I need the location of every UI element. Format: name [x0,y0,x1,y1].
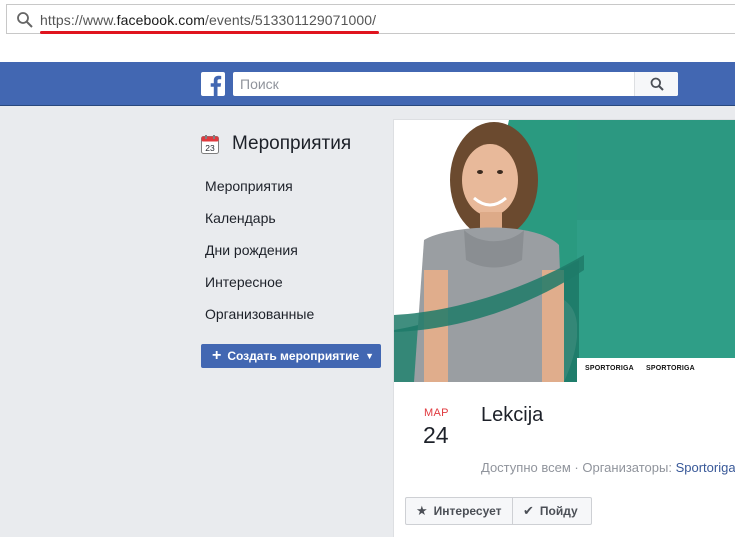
event-meta: Доступно всем · Организаторы: Sportoriga [481,460,735,475]
plus-icon: + [212,347,222,364]
event-cover-photo[interactable]: SPORTORIGA SPORTORIGA [394,120,735,382]
interested-label: Интересует [433,504,502,518]
facebook-header [0,62,735,106]
search-button[interactable] [634,72,678,96]
facebook-logo-icon[interactable] [201,72,225,96]
event-card: SPORTORIGA SPORTORIGA МАР 24 Lekcija Дос… [393,119,735,537]
nav-item-events[interactable]: Мероприятия [205,178,314,210]
url-text: https://www.facebook.com/events/51330112… [40,12,376,28]
cover-tag-instagram: SPORTORIGA [646,365,695,372]
organizer-link[interactable]: Sportoriga [676,460,735,475]
event-date-day: 24 [423,422,449,448]
going-button[interactable]: ✔ Пойду [513,497,592,525]
create-event-button[interactable]: + Создать мероприятие ▼ [201,344,381,368]
event-title[interactable]: Lekcija [481,404,543,427]
search-input[interactable] [233,72,633,96]
events-title[interactable]: Мероприятия [232,133,351,155]
event-date-month: МАР [424,407,449,419]
url-highlight-underline [40,31,379,34]
url-prefix: https://www. [40,12,117,28]
nav-item-birthdays[interactable]: Дни рождения [205,242,314,274]
event-privacy: Доступно всем [481,460,571,475]
browser-address-bar: https://www.facebook.com/events/51330112… [0,0,735,62]
nav-item-discover[interactable]: Интересное [205,274,314,306]
cover-illustration [394,120,735,382]
cover-tag-facebook: SPORTORIGA [585,365,634,372]
search-icon [650,77,664,91]
interested-button[interactable]: ★ Интересует [405,497,513,525]
calendar-icon-day: 23 [205,143,215,153]
search-icon [17,12,33,28]
organizers-label: Организаторы: [582,460,672,475]
going-label: Пойду [539,504,578,518]
calendar-icon: 23 [201,134,219,154]
url-path: /events/513301129071000/ [205,12,377,28]
nav-item-calendar[interactable]: Календарь [205,210,314,242]
caret-down-icon: ▼ [365,351,375,361]
events-section-heading: 23 Мероприятия [201,133,351,155]
star-icon: ★ [416,503,428,518]
events-nav-list: Мероприятия Календарь Дни рождения Интер… [205,178,314,338]
url-field[interactable]: https://www.facebook.com/events/51330112… [6,4,735,34]
create-event-label: Создать мероприятие [227,349,360,363]
facebook-search-box [233,72,678,96]
nav-item-hosting[interactable]: Организованные [205,306,314,338]
event-actions: ★ Интересует ✔ Пойду [405,497,592,525]
check-icon: ✔ [523,503,534,518]
url-host: facebook.com [116,12,206,28]
